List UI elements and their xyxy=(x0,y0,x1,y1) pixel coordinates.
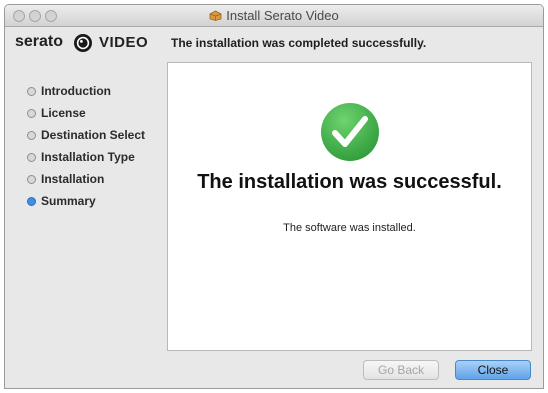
close-button[interactable]: Close xyxy=(455,360,531,380)
step-bullet-icon xyxy=(27,131,36,140)
package-icon xyxy=(209,10,222,21)
step-label: Installation Type xyxy=(41,150,135,164)
step-license: License xyxy=(21,105,171,127)
brand-product: VIDEO xyxy=(99,34,149,51)
window-title-group: Install Serato Video xyxy=(5,8,543,23)
title-bar: Install Serato Video xyxy=(5,5,543,27)
brand-name: serato xyxy=(15,33,64,50)
header-message: The installation was completed successfu… xyxy=(171,36,427,50)
step-summary: Summary xyxy=(21,193,171,215)
serato-record-icon xyxy=(74,34,92,52)
installer-header: serato VIDEO The installation was comple… xyxy=(5,27,543,59)
step-bullet-icon xyxy=(27,175,36,184)
installer-window: Install Serato Video serato VIDEO The in… xyxy=(4,4,544,389)
step-label: Introduction xyxy=(41,84,111,98)
step-label: License xyxy=(41,106,86,120)
step-bullet-icon xyxy=(27,109,36,118)
installer-steps: Introduction License Destination Select … xyxy=(21,83,171,215)
success-headline: The installation was successful. xyxy=(197,171,502,193)
step-installation-type: Installation Type xyxy=(21,149,171,171)
step-bullet-active-icon xyxy=(27,197,36,206)
go-back-button[interactable]: Go Back xyxy=(363,360,439,380)
step-installation: Installation xyxy=(21,171,171,193)
content-panel: The installation was successful. The sof… xyxy=(167,62,532,351)
step-destination-select: Destination Select xyxy=(21,127,171,149)
step-bullet-icon xyxy=(27,153,36,162)
step-label: Destination Select xyxy=(41,128,146,142)
step-label: Installation xyxy=(41,172,105,186)
step-label: Summary xyxy=(41,194,96,208)
window-title: Install Serato Video xyxy=(226,8,339,23)
step-bullet-icon xyxy=(27,87,36,96)
step-introduction: Introduction xyxy=(21,83,171,105)
checkmark-circle-icon xyxy=(321,103,379,161)
success-detail: The software was installed. xyxy=(283,222,416,234)
